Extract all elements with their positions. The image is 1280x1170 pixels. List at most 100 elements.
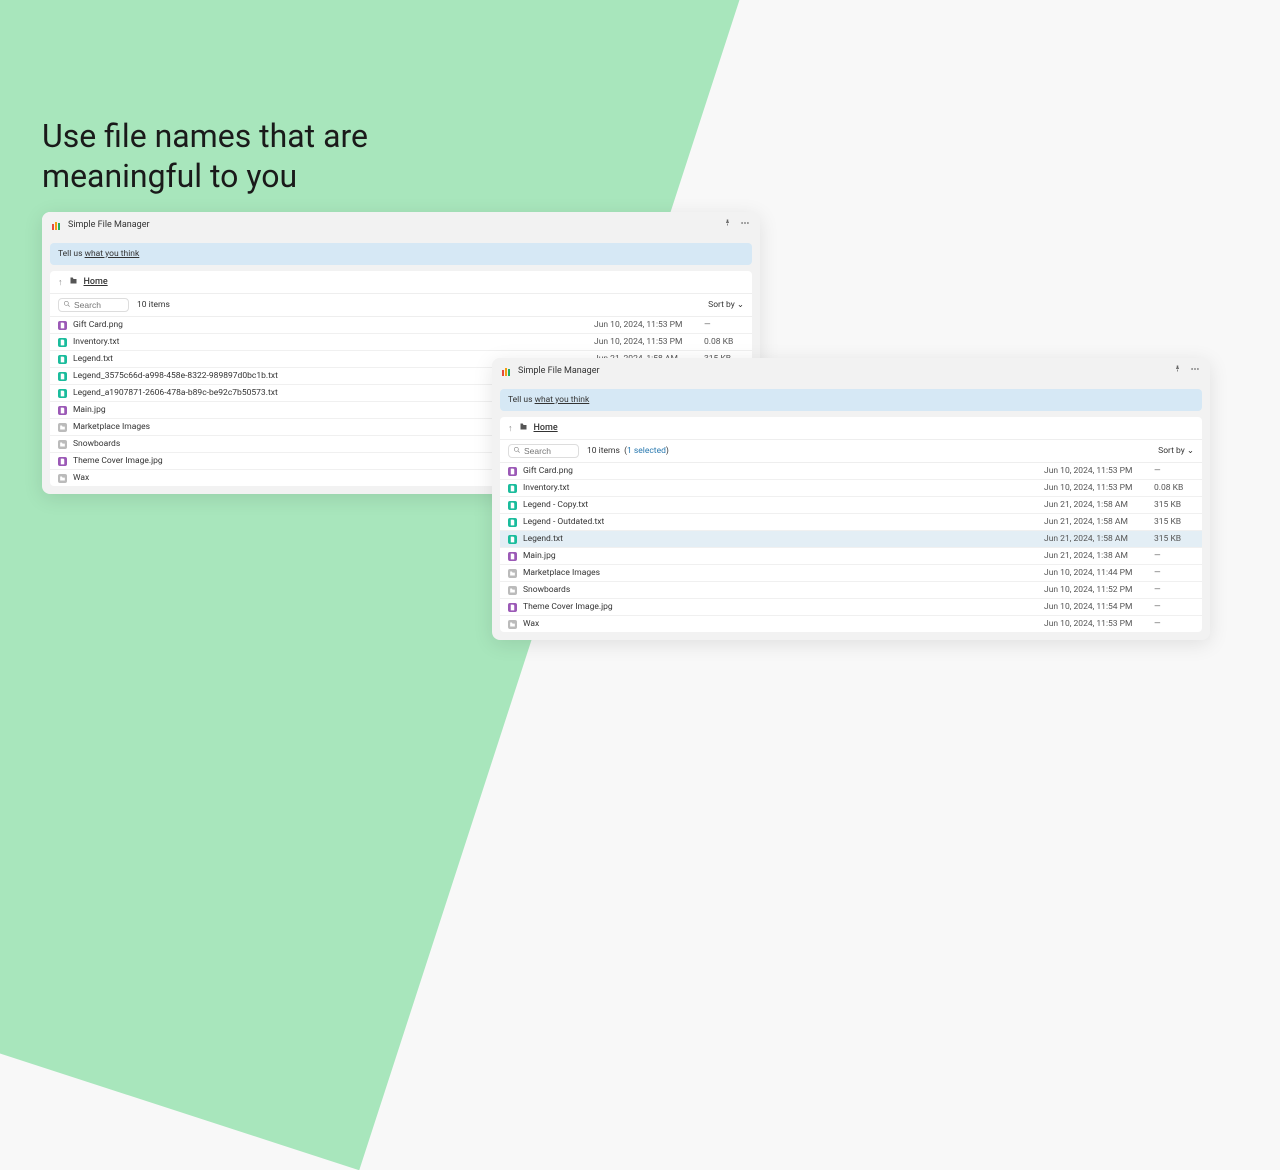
file-size: 315 KB <box>1154 517 1194 527</box>
up-arrow-icon[interactable]: ↑ <box>58 277 63 288</box>
search-icon <box>513 446 521 456</box>
file-size: — <box>1154 568 1194 578</box>
search-input[interactable] <box>524 446 574 456</box>
file-manager-panel-2: Simple File Manager Tell us what you thi… <box>492 358 1210 640</box>
app-logo-icon <box>502 366 512 376</box>
file-row[interactable]: Inventory.txtJun 10, 2024, 11:53 PM0.08 … <box>500 480 1202 497</box>
file-icon <box>58 321 67 330</box>
file-name: Gift Card.png <box>73 320 594 330</box>
up-arrow-icon[interactable]: ↑ <box>508 423 513 434</box>
file-date: Jun 10, 2024, 11:53 PM <box>594 320 704 330</box>
file-name: Gift Card.png <box>523 466 1044 476</box>
app-logo-icon <box>52 220 62 230</box>
file-icon <box>508 603 517 612</box>
file-name: Inventory.txt <box>523 483 1044 493</box>
more-icon[interactable] <box>1190 364 1200 377</box>
file-row[interactable]: Legend.txtJun 21, 2024, 1:58 AM315 KB <box>500 531 1202 548</box>
folder-icon <box>58 423 67 432</box>
file-size: 0.08 KB <box>704 337 744 347</box>
file-date: Jun 10, 2024, 11:53 PM <box>1044 466 1154 476</box>
chevron-down-icon: ⌄ <box>1187 446 1194 456</box>
toolbar: 10 items Sort by ⌄ <box>50 294 752 317</box>
search-field[interactable] <box>508 444 579 458</box>
folder-icon <box>508 620 517 629</box>
file-name: Legend - Outdated.txt <box>523 517 1044 527</box>
banner-prefix: Tell us <box>58 249 85 259</box>
file-size: 315 KB <box>1154 500 1194 510</box>
file-size: — <box>1154 466 1194 476</box>
file-icon <box>508 501 517 510</box>
pin-icon[interactable] <box>1173 364 1182 377</box>
folder-icon <box>508 586 517 595</box>
file-date: Jun 10, 2024, 11:53 PM <box>1044 483 1154 493</box>
file-name: Main.jpg <box>523 551 1044 561</box>
file-date: Jun 21, 2024, 1:58 AM <box>1044 517 1154 527</box>
breadcrumb-home[interactable]: Home <box>534 423 558 433</box>
item-count: 10 items (1 selected) <box>587 446 669 456</box>
file-size: — <box>1154 619 1194 629</box>
file-list: Gift Card.pngJun 10, 2024, 11:53 PM—Inve… <box>500 463 1202 632</box>
file-date: Jun 10, 2024, 11:52 PM <box>1044 585 1154 595</box>
item-count: 10 items <box>137 300 170 310</box>
file-row[interactable]: Gift Card.pngJun 10, 2024, 11:53 PM— <box>500 463 1202 480</box>
feedback-banner: Tell us what you think <box>500 389 1202 411</box>
toolbar: 10 items (1 selected) Sort by ⌄ <box>500 440 1202 463</box>
file-date: Jun 10, 2024, 11:53 PM <box>1044 619 1154 629</box>
folder-icon <box>519 422 528 434</box>
search-input[interactable] <box>74 300 124 310</box>
panel-title: Simple File Manager <box>68 220 150 230</box>
panel-header: Simple File Manager <box>492 358 1210 383</box>
file-row[interactable]: Marketplace ImagesJun 10, 2024, 11:44 PM… <box>500 565 1202 582</box>
search-icon <box>63 300 71 310</box>
file-icon <box>58 355 67 364</box>
file-size: — <box>1154 551 1194 561</box>
file-row[interactable]: Legend - Outdated.txtJun 21, 2024, 1:58 … <box>500 514 1202 531</box>
file-row[interactable]: Theme Cover Image.jpgJun 10, 2024, 11:54… <box>500 599 1202 616</box>
file-icon <box>58 457 67 466</box>
file-icon <box>58 372 67 381</box>
file-name: Snowboards <box>523 585 1044 595</box>
file-icon <box>508 518 517 527</box>
panel-title: Simple File Manager <box>518 366 600 376</box>
file-name: Legend.txt <box>523 534 1044 544</box>
file-icon <box>508 467 517 476</box>
file-date: Jun 10, 2024, 11:53 PM <box>594 337 704 347</box>
file-icon <box>508 484 517 493</box>
file-icon <box>58 338 67 347</box>
breadcrumb-home[interactable]: Home <box>84 277 108 287</box>
folder-icon <box>69 276 78 288</box>
folder-icon <box>58 474 67 483</box>
file-row[interactable]: Main.jpgJun 21, 2024, 1:38 AM— <box>500 548 1202 565</box>
file-date: Jun 21, 2024, 1:38 AM <box>1044 551 1154 561</box>
chevron-down-icon: ⌄ <box>737 300 744 310</box>
file-icon <box>58 389 67 398</box>
file-date: Jun 10, 2024, 11:44 PM <box>1044 568 1154 578</box>
file-size: — <box>1154 602 1194 612</box>
folder-icon <box>58 440 67 449</box>
file-row[interactable]: WaxJun 10, 2024, 11:53 PM— <box>500 616 1202 632</box>
breadcrumb: ↑ Home <box>50 271 752 294</box>
feedback-link[interactable]: what you think <box>535 395 590 405</box>
file-row[interactable]: Gift Card.pngJun 10, 2024, 11:53 PM— <box>50 317 752 334</box>
file-name: Inventory.txt <box>73 337 594 347</box>
search-field[interactable] <box>58 298 129 312</box>
file-icon <box>508 552 517 561</box>
sort-by-button[interactable]: Sort by ⌄ <box>708 300 744 310</box>
folder-icon <box>508 569 517 578</box>
pin-icon[interactable] <box>723 218 732 231</box>
feedback-banner: Tell us what you think <box>50 243 752 265</box>
more-icon[interactable] <box>740 218 750 231</box>
sort-by-button[interactable]: Sort by ⌄ <box>1158 446 1194 456</box>
file-row[interactable]: Inventory.txtJun 10, 2024, 11:53 PM0.08 … <box>50 334 752 351</box>
panel-header: Simple File Manager <box>42 212 760 237</box>
file-row[interactable]: Legend - Copy.txtJun 21, 2024, 1:58 AM31… <box>500 497 1202 514</box>
file-name: Legend - Copy.txt <box>523 500 1044 510</box>
file-date: Jun 21, 2024, 1:58 AM <box>1044 534 1154 544</box>
file-date: Jun 21, 2024, 1:58 AM <box>1044 500 1154 510</box>
breadcrumb: ↑ Home <box>500 417 1202 440</box>
banner-prefix: Tell us <box>508 395 535 405</box>
file-icon <box>508 535 517 544</box>
file-row[interactable]: SnowboardsJun 10, 2024, 11:52 PM— <box>500 582 1202 599</box>
feedback-link[interactable]: what you think <box>85 249 140 259</box>
file-date: Jun 10, 2024, 11:54 PM <box>1044 602 1154 612</box>
